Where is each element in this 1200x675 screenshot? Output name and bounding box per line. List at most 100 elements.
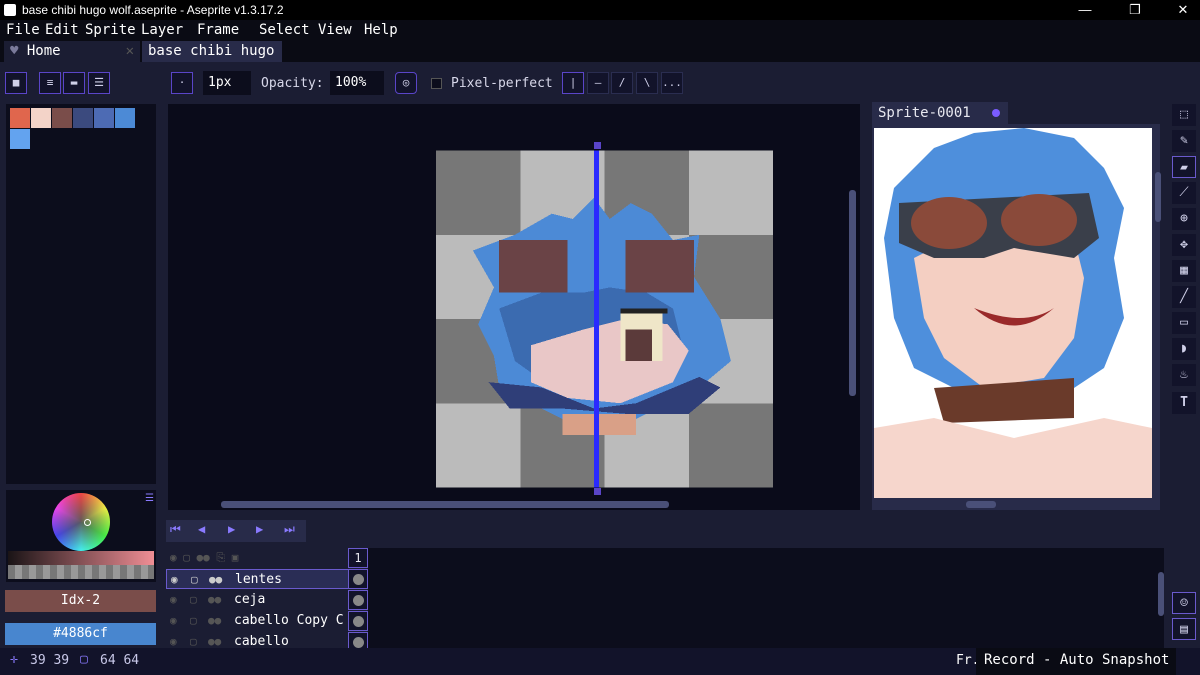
symmetry-vertical-icon[interactable]: | xyxy=(562,72,584,94)
preview-vscrollbar[interactable] xyxy=(1155,172,1161,222)
cel[interactable] xyxy=(348,611,368,631)
record-label: Record - Auto Snapshot xyxy=(984,652,1170,668)
close-button[interactable]: ✕ xyxy=(1160,0,1200,20)
marquee-icon[interactable]: ⬚ xyxy=(1172,104,1196,126)
preview-window-icon[interactable]: ☺ xyxy=(1172,592,1196,614)
last-frame-icon[interactable]: ⏭ xyxy=(284,522,295,537)
first-frame-icon[interactable]: ⏮ xyxy=(170,522,181,537)
palette-swatch[interactable] xyxy=(10,108,30,128)
hex-color-button[interactable]: #4886cf xyxy=(5,623,156,645)
symmetry-antidiagonal-icon[interactable]: \ xyxy=(636,72,658,94)
layer-name: ceja xyxy=(234,592,266,607)
preview-tab[interactable]: Sprite-0001 xyxy=(872,102,1008,124)
layer-row[interactable]: ◉ ▢ ●● lentes xyxy=(166,569,368,589)
record-button[interactable]: Record - Auto Snapshot xyxy=(976,648,1176,675)
eye-icon[interactable]: ◉ xyxy=(171,570,178,590)
layer-name: lentes xyxy=(235,572,282,587)
lock-icon[interactable]: ▢ xyxy=(191,570,198,590)
symmetry-horizontal-icon[interactable]: — xyxy=(587,72,609,94)
frame-header[interactable]: 1 xyxy=(348,548,368,568)
menu-edit[interactable]: Edit xyxy=(45,20,79,40)
lock-icon[interactable]: ■ xyxy=(5,72,27,94)
palette-panel xyxy=(6,104,156,484)
alpha-bar[interactable] xyxy=(8,565,154,579)
eyedropper-icon[interactable]: ⟋ xyxy=(1172,182,1196,204)
rectangle-icon[interactable]: ▭ xyxy=(1172,312,1196,334)
palette-swatch[interactable] xyxy=(94,108,114,128)
eye-icon[interactable]: ◉ xyxy=(170,611,177,631)
shade-bar[interactable] xyxy=(8,551,154,565)
title-bar: base chibi hugo wolf.aseprite - Aseprite… xyxy=(0,0,1200,20)
palette-swatch[interactable] xyxy=(10,129,30,149)
folder-icon[interactable]: ▬ xyxy=(63,72,85,94)
layer-row[interactable]: ◉ ▢ ●● cabello Copy C xyxy=(166,611,368,631)
brush-type-icon[interactable]: · xyxy=(171,72,193,94)
cursor-position: 39 39 xyxy=(30,653,70,668)
play-icon[interactable]: ▶ xyxy=(228,522,235,536)
next-frame-icon[interactable]: ▶ xyxy=(256,522,263,536)
maximize-button[interactable]: ❐ xyxy=(1112,0,1158,20)
menu-frame[interactable]: Frame xyxy=(197,20,239,40)
continuous-icon[interactable]: ●● xyxy=(209,570,222,590)
menu-file[interactable]: File xyxy=(6,20,40,40)
bucket-icon[interactable]: ♨ xyxy=(1172,364,1196,386)
menu-help[interactable]: Help xyxy=(364,20,398,40)
palette-swatch[interactable] xyxy=(31,108,51,128)
canvas-hscrollbar[interactable] xyxy=(221,501,669,508)
palette-swatch[interactable] xyxy=(73,108,93,128)
move-icon[interactable]: ✥ xyxy=(1172,234,1196,256)
color-options-icon[interactable]: ☰ xyxy=(145,493,154,504)
pixel-perfect-checkbox[interactable] xyxy=(431,78,442,89)
gradient-icon[interactable]: ▦ xyxy=(1172,260,1196,282)
menu-sprite[interactable]: Sprite xyxy=(85,20,136,40)
tab-home[interactable]: ♥ Home ✕ xyxy=(4,41,140,62)
pixel-perfect-label: Pixel-perfect xyxy=(451,76,553,91)
palette-swatch[interactable] xyxy=(52,108,72,128)
ink-type-icon[interactable]: ◎ xyxy=(395,72,417,94)
status-bar: ✛ 39 39 ▢ 64 64 Fr. Record - Auto Snapsh… xyxy=(0,648,1200,675)
eye-icon[interactable]: ◉ xyxy=(170,590,177,610)
continuous-icon[interactable]: ●● xyxy=(208,590,221,610)
lock-icon[interactable]: ▢ xyxy=(190,590,197,610)
symmetry-handle-bottom-icon[interactable] xyxy=(594,488,601,495)
opacity-input[interactable]: 100% xyxy=(330,71,384,95)
color-wheel[interactable] xyxy=(52,493,110,551)
minimize-button[interactable]: — xyxy=(1062,0,1108,20)
timeline-icon[interactable]: ▤ xyxy=(1172,618,1196,640)
tab-file[interactable]: base chibi hugo xyxy=(142,41,282,76)
symmetry-handle-top-icon[interactable] xyxy=(594,142,601,149)
menu-view[interactable]: View xyxy=(318,20,352,40)
canvas-vscrollbar[interactable] xyxy=(849,190,856,396)
index-color-button[interactable]: Idx-2 xyxy=(5,590,156,612)
sprite-canvas[interactable] xyxy=(436,150,773,488)
menu-layer[interactable]: Layer xyxy=(141,20,183,40)
filter-icon[interactable]: ≡ xyxy=(39,72,61,94)
tab-bar: ♥ Home ✕ base chibi hugo xyxy=(0,40,1200,76)
continuous-icon[interactable]: ●● xyxy=(208,611,221,631)
prev-frame-icon[interactable]: ◀ xyxy=(198,522,205,536)
brush-size-input[interactable]: 1px xyxy=(203,71,251,95)
lock-icon[interactable]: ▢ xyxy=(190,611,197,631)
list-icon[interactable]: ☰ xyxy=(88,72,110,94)
color-selector-panel: ☰ xyxy=(6,490,156,582)
line-icon[interactable]: ╱ xyxy=(1172,286,1196,308)
layer-header-icons: ◉ ▢ ●● ⎘ ▣ xyxy=(170,551,239,564)
symmetry-diagonal-icon[interactable]: / xyxy=(611,72,633,94)
window-title: base chibi hugo wolf.aseprite - Aseprite… xyxy=(22,3,284,17)
more-options-button[interactable]: ... xyxy=(661,72,683,94)
timeline-vscrollbar[interactable] xyxy=(1158,572,1164,616)
timeline-cels-area[interactable] xyxy=(368,548,1164,648)
pencil-icon[interactable]: ✎ xyxy=(1172,130,1196,152)
zoom-icon[interactable]: ⊕ xyxy=(1172,208,1196,230)
cel[interactable] xyxy=(348,590,368,610)
text-icon[interactable]: T xyxy=(1172,392,1196,414)
crosshair-icon: ✛ xyxy=(10,652,18,667)
layer-row[interactable]: ◉ ▢ ●● ceja xyxy=(166,590,368,610)
eraser-icon[interactable]: ▰ xyxy=(1172,156,1196,178)
cel[interactable] xyxy=(348,569,368,589)
palette-swatch[interactable] xyxy=(115,108,135,128)
contour-icon[interactable]: ◗ xyxy=(1172,338,1196,360)
menu-select[interactable]: Select xyxy=(259,20,310,40)
close-icon[interactable]: ✕ xyxy=(126,41,134,62)
preview-hscrollbar[interactable] xyxy=(966,501,996,508)
